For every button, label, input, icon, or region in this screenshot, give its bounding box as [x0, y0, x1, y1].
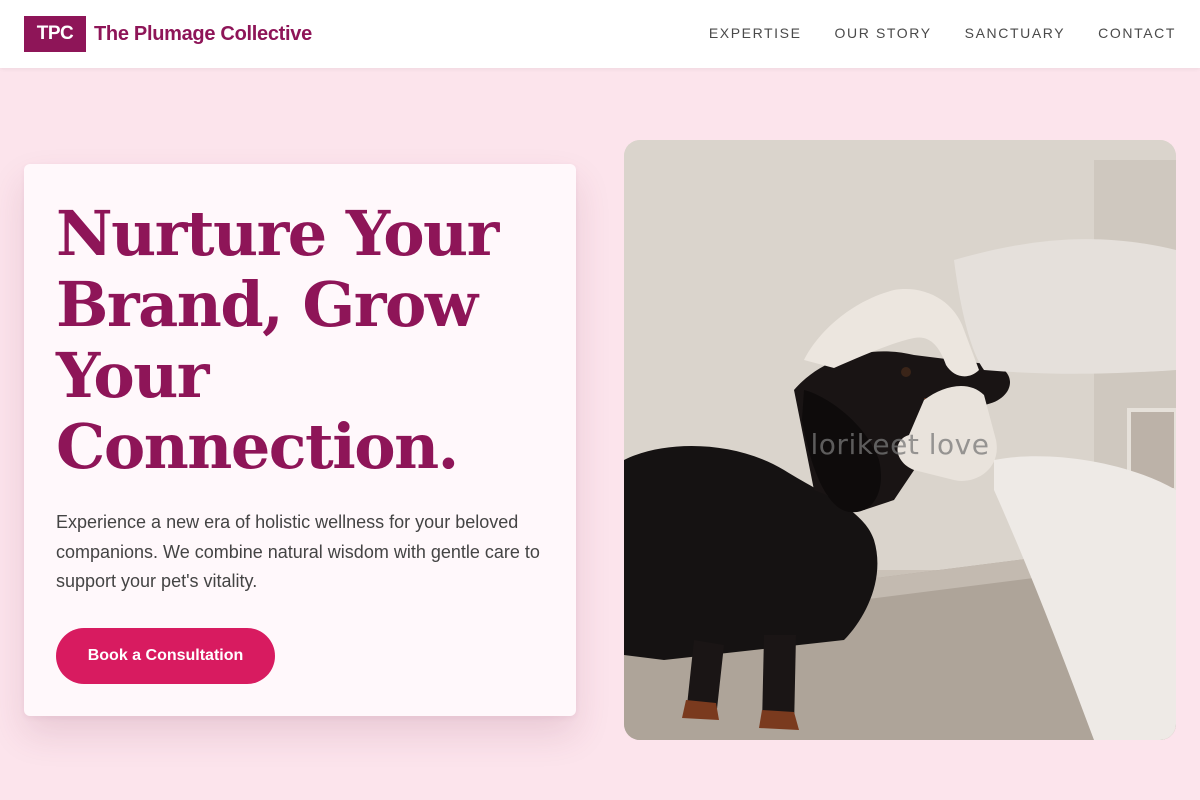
hero-description: Experience a new era of holistic wellnes… [56, 512, 540, 591]
site-header: TPC The Plumage Collective EXPERTISE OUR… [0, 0, 1200, 68]
hero-card: Nurture Your Brand, Grow Your Connection… [24, 164, 576, 716]
nav-link-our-story[interactable]: OUR STORY [835, 22, 932, 44]
logo-badge[interactable]: TPC [24, 16, 86, 52]
hero-photo: lorikeet love [624, 140, 1176, 740]
photo-watermark: lorikeet love [810, 428, 990, 461]
nav-link-contact[interactable]: CONTACT [1098, 22, 1176, 44]
nav-link-expertise[interactable]: EXPERTISE [709, 22, 802, 44]
hero-title: Nurture Your Brand, Grow Your Connection… [56, 197, 499, 483]
nav-link-sanctuary[interactable]: SANCTUARY [965, 22, 1066, 44]
brand-name[interactable]: The Plumage Collective [94, 20, 312, 48]
book-consultation-button[interactable]: Book a Consultation [56, 628, 275, 684]
main-nav: EXPERTISE OUR STORY SANCTUARY CONTACT [709, 22, 1176, 44]
